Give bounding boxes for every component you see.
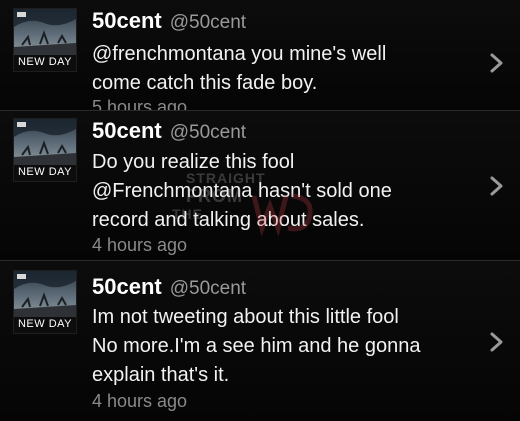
avatar-caption: NEW DAY [17,56,73,68]
display-name-label: 50cent [92,8,162,33]
chevron-right-icon[interactable] [488,52,506,74]
tweet-row[interactable]: NEW DAY 50cent @50cent @frenchmontana you… [0,0,520,117]
tweet-text-line: come catch this fade boy. [92,72,318,94]
timestamp: 4 hours ago [92,235,188,255]
display-name[interactable]: 50cent @50cent [92,8,246,34]
tweet-text-line: Im not tweeting about this little fool [92,306,399,328]
tweet-text-line: No more.I'm a see him and he gonna [92,335,421,357]
tweet-text-line: explain that's it. [92,364,230,386]
user-handle: @50cent [169,12,247,33]
tweet-feed: NEW DAY 50cent @50cent @frenchmontana you… [0,0,520,421]
display-name-label: 50cent [92,274,162,299]
tweet-text-line: record and talking about sales. [92,209,365,231]
chevron-right-icon[interactable] [488,175,506,197]
user-handle: @50cent [169,122,247,143]
tweet-text-line: Do you realize this fool [92,151,295,173]
tweet-text: Im not tweeting about this little fool N… [92,303,482,390]
tweet-text: Do you realize this fool @Frenchmontana … [92,148,482,235]
tweet-row[interactable]: NEW DAY 50cent @50cent Do you realize thi… [0,110,520,260]
display-name[interactable]: 50cent @50cent [92,274,246,300]
avatar[interactable]: NEW DAY [14,271,76,333]
chevron-right-icon[interactable] [488,331,506,353]
avatar[interactable]: NEW DAY [14,119,76,181]
tweet-text: @frenchmontana you mine's well come catc… [92,40,482,98]
tweet-text-line: @Frenchmontana hasn't sold one [92,180,392,202]
display-name[interactable]: 50cent @50cent [92,118,246,144]
avatar-caption: NEW DAY [17,318,73,330]
avatar-caption: NEW DAY [17,166,73,178]
tweet-text-line: @frenchmontana you mine's well [92,43,387,65]
avatar[interactable]: NEW DAY [14,9,76,71]
display-name-label: 50cent [92,118,162,143]
timestamp: 4 hours ago [92,391,188,411]
user-handle: @50cent [169,278,247,299]
tweet-row[interactable]: NEW DAY 50cent @50cent Im not tweeting ab… [0,260,520,421]
